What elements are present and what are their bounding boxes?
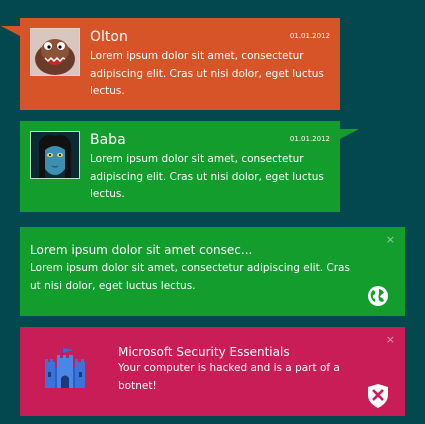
castle-icon <box>41 344 89 392</box>
sender-name: Baba <box>90 132 126 148</box>
notification-lorem[interactable]: × Lorem ipsum dolor sit amet consec... L… <box>20 227 405 316</box>
globe-icon <box>367 285 389 307</box>
notification-title: Lorem ipsum dolor sit amet consec... <box>30 243 253 257</box>
shield-icon <box>366 383 390 409</box>
notification-security[interactable]: × Microsoft Security Essentials Your com… <box>20 327 405 416</box>
avatar-navi-icon <box>30 131 80 179</box>
notification-message: Your computer is hacked and is a part of… <box>118 362 340 392</box>
speech-tail <box>1 26 20 36</box>
close-icon[interactable]: × <box>386 334 395 345</box>
notification-title: Microsoft Security Essentials <box>118 345 290 359</box>
close-icon[interactable]: × <box>386 234 395 245</box>
speech-tail <box>340 129 359 139</box>
notification-date: 01.01.2012 <box>289 32 330 40</box>
notification-message: Lorem ipsum dolor sit amet, consectetur … <box>90 153 324 200</box>
avatar-taz-icon <box>30 28 80 76</box>
sender-name: Olton <box>90 29 128 45</box>
notification-baba[interactable]: Baba 01.01.2012 Lorem ipsum dolor sit am… <box>20 121 359 212</box>
notification-date: 01.01.2012 <box>289 135 330 143</box>
notification-message: Lorem ipsum dolor sit amet, consectetur … <box>90 50 324 97</box>
notification-olton[interactable]: Olton 01.01.2012 Lorem ipsum dolor sit a… <box>1 18 340 110</box>
notification-message: Lorem ipsum dolor sit amet, consectetur … <box>30 262 350 292</box>
